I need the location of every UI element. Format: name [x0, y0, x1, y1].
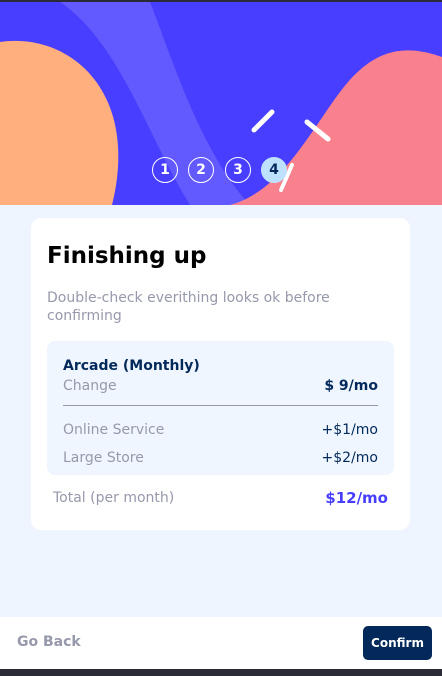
bottom-edge — [0, 669, 442, 676]
total-row: Total (per month) $12/mo — [53, 489, 388, 507]
addon-price: +$2/mo — [321, 450, 378, 466]
summary-card: Finishing up Double-check everithing loo… — [31, 218, 410, 530]
plan-info: Arcade (Monthly) Change — [63, 357, 200, 395]
addon-name: Large Store — [63, 450, 144, 466]
order-summary: Arcade (Monthly) Change $ 9/mo Online Se… — [47, 341, 394, 475]
addon-row: Online Service +$1/mo — [63, 416, 378, 444]
step-2: 2 — [188, 157, 214, 183]
total-price: $12/mo — [325, 489, 388, 507]
addon-price: +$1/mo — [321, 422, 378, 438]
page-subtitle: Double-check everithing looks ok before … — [47, 290, 330, 324]
change-plan-link[interactable]: Change — [63, 378, 117, 394]
plan-price: $ 9/mo — [324, 378, 378, 394]
plan-row: Arcade (Monthly) Change $ 9/mo — [63, 357, 378, 395]
step-3: 3 — [225, 157, 251, 183]
plan-name: Arcade (Monthly) — [63, 358, 200, 374]
page-title: Finishing up — [47, 243, 207, 269]
addon-row: Large Store +$2/mo — [63, 444, 378, 472]
go-back-button[interactable]: Go Back — [17, 634, 81, 650]
step-4-active: 4 — [261, 157, 287, 183]
total-label: Total (per month) — [53, 490, 175, 506]
confirm-button[interactable]: Confirm — [363, 626, 432, 660]
summary-divider — [63, 405, 378, 406]
addon-name: Online Service — [63, 422, 165, 438]
step-1: 1 — [152, 157, 178, 183]
step-indicator: 1 2 3 4 — [0, 157, 442, 187]
footer-nav: Go Back Confirm — [0, 617, 442, 669]
